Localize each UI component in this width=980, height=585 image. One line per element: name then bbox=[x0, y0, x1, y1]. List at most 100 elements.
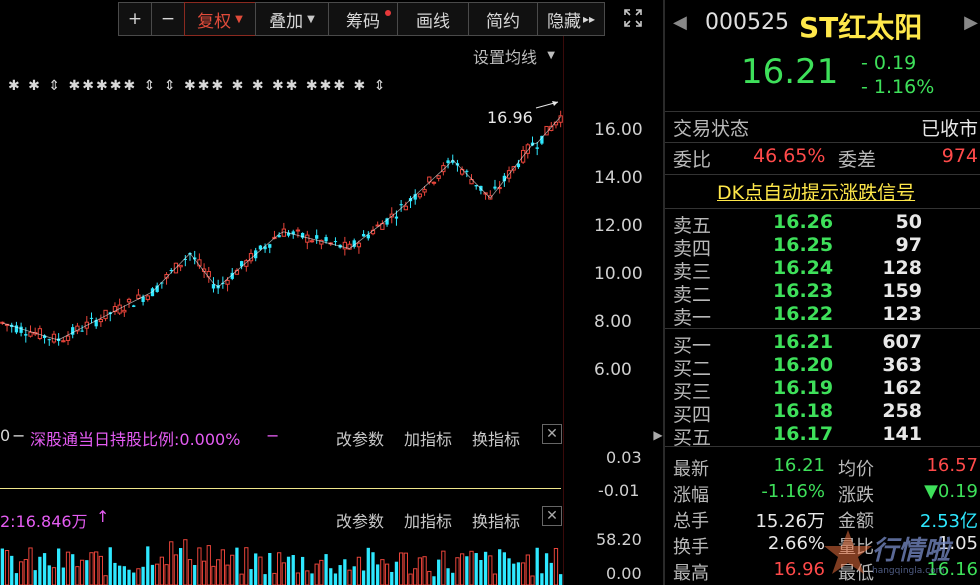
volume-bar bbox=[197, 547, 202, 585]
buy-volume: 141 bbox=[882, 423, 922, 445]
candle-body bbox=[103, 309, 108, 320]
buy-price: 16.20 bbox=[773, 354, 834, 376]
stat-label: 最新 bbox=[673, 459, 709, 480]
weibi-value: 46.65% bbox=[753, 145, 826, 167]
volume-bar bbox=[193, 565, 197, 585]
switch-indicator-button[interactable]: 换指标 bbox=[472, 508, 520, 532]
sell-price: 16.25 bbox=[773, 234, 834, 256]
buy-row[interactable]: 买五 16.17 141 bbox=[665, 423, 980, 449]
candle-body bbox=[465, 170, 469, 172]
diejia-label: 叠加 bbox=[269, 11, 304, 32]
stat-value: -1.16% bbox=[761, 481, 825, 502]
dk-signal-link[interactable]: DK点自动提示涨跌信号 bbox=[665, 175, 980, 209]
chouma-button[interactable]: 筹码 bbox=[328, 2, 398, 36]
candle-body bbox=[436, 175, 441, 179]
volume-bar bbox=[338, 565, 342, 585]
sell-row[interactable]: 卖一 16.22 123 bbox=[665, 303, 980, 329]
kline-chart-area[interactable]: + − 复权 ▼ 叠加 ▼ 筹码 画线 简约 隐藏 ▸▸ 设置均线 ▼ ✱ ✱ ⇕ ✱… bbox=[0, 0, 655, 585]
buy-row[interactable]: 买二 16.20 363 bbox=[665, 354, 980, 380]
yincang-button[interactable]: 隐藏 ▸▸ bbox=[537, 2, 605, 36]
volume-bar bbox=[132, 572, 136, 585]
add-indicator-button[interactable]: 加指标 bbox=[404, 508, 452, 532]
change-params-button[interactable]: 改参数 bbox=[336, 426, 384, 450]
volume-bar bbox=[376, 564, 380, 585]
sell-row[interactable]: 卖四 16.25 97 bbox=[665, 234, 980, 260]
watermark-text: 行情啦 bbox=[872, 536, 951, 566]
volume-bar bbox=[235, 547, 239, 585]
stock-name: ST红太阳 bbox=[799, 11, 923, 44]
order-book: 卖五 16.26 50 卖四 16.25 97 卖三 16.24 128 卖二 16.23 159 卖一… bbox=[665, 209, 980, 449]
candle-body bbox=[493, 186, 497, 189]
caret-down-icon: ▼ bbox=[307, 13, 315, 25]
volume-bar bbox=[47, 565, 51, 585]
volume-bar bbox=[451, 572, 455, 585]
candle-body bbox=[315, 235, 319, 239]
sell-price: 16.22 bbox=[773, 303, 834, 325]
dk-signal-text[interactable]: DK点自动提示涨跌信号 bbox=[717, 178, 915, 205]
volume-bar bbox=[187, 559, 193, 585]
zoom-in-button[interactable]: + bbox=[118, 2, 152, 36]
switch-indicator-button[interactable]: 换指标 bbox=[472, 426, 520, 450]
volume-bar bbox=[413, 568, 418, 585]
prev-stock-icon[interactable]: ◀ bbox=[673, 12, 687, 33]
indicator-axis-bottom: -0.01 bbox=[598, 481, 640, 500]
volume-bar bbox=[544, 553, 549, 585]
volume-bar bbox=[4, 550, 10, 585]
volume-bar bbox=[79, 559, 85, 585]
volume-bar bbox=[57, 548, 61, 585]
volume-bar bbox=[286, 556, 291, 585]
stat-row: 涨幅 -1.16% 涨跌 ▼0.19 bbox=[665, 479, 980, 506]
sell-orders: 卖五 16.26 50 卖四 16.25 97 卖三 16.24 128 卖二 16.23 159 卖一… bbox=[665, 209, 980, 329]
buy-row[interactable]: 买三 16.19 162 bbox=[665, 377, 980, 403]
fullscreen-icon[interactable] bbox=[620, 4, 646, 32]
buy-price: 16.18 bbox=[773, 400, 834, 422]
volume-bar bbox=[65, 551, 71, 585]
sell-row[interactable]: 卖三 16.24 128 bbox=[665, 257, 980, 283]
change-params-button[interactable]: 改参数 bbox=[336, 508, 384, 532]
volume-bar bbox=[535, 547, 539, 585]
volume-bar bbox=[394, 561, 399, 585]
buy-row[interactable]: 买一 16.21 607 bbox=[665, 331, 980, 357]
candlestick-chart[interactable]: ✱ ✱ ⇕ ✱✱✱✱✱ ⇕ ⇕ ✱✱✱ ✱ ✱ ✱✱ ✱✱✱ ✱ ⇕ bbox=[0, 36, 563, 421]
diejia-button[interactable]: 叠加 ▼ bbox=[255, 2, 329, 36]
volume-bar bbox=[155, 563, 160, 585]
add-indicator-button[interactable]: 加指标 bbox=[404, 426, 452, 450]
fuquan-label: 复权 bbox=[197, 11, 232, 32]
collapse-panel-icon[interactable]: ▶ bbox=[653, 420, 663, 450]
high-price-label: 16.96 bbox=[487, 108, 533, 127]
candle-body bbox=[356, 242, 362, 248]
candle-body bbox=[361, 234, 366, 237]
indicator-line bbox=[0, 488, 561, 489]
high-arrow-icon bbox=[535, 101, 559, 109]
volume-bar bbox=[437, 559, 441, 585]
candle-body bbox=[132, 305, 136, 307]
volume-bar bbox=[23, 559, 28, 585]
buy-row[interactable]: 买四 16.18 258 bbox=[665, 400, 980, 426]
fuquan-button[interactable]: 复权 ▼ bbox=[184, 2, 256, 36]
volume-bar bbox=[520, 562, 526, 585]
double-arrow-icon: ▸▸ bbox=[582, 12, 596, 26]
close-icon[interactable]: ✕ bbox=[542, 506, 562, 526]
volume-bar bbox=[403, 552, 408, 585]
volume-bar bbox=[169, 541, 174, 585]
indicator-header: 0 − 深股通当日持股比例:0.000% − 改参数 加指标 换指标 ✕ bbox=[0, 424, 563, 450]
price-tick: 8.00 bbox=[594, 312, 632, 332]
sell-row[interactable]: 卖二 16.23 159 bbox=[665, 280, 980, 306]
candle-body bbox=[535, 147, 539, 149]
candle-body bbox=[309, 240, 315, 243]
price-tick: 16.00 bbox=[594, 120, 643, 140]
buy-volume: 363 bbox=[882, 354, 922, 376]
volume-bar bbox=[398, 552, 404, 585]
candle-body bbox=[324, 237, 328, 242]
sell-row[interactable]: 卖五 16.26 50 bbox=[665, 211, 980, 237]
huaxian-button[interactable]: 画线 bbox=[397, 2, 469, 36]
notification-dot-icon bbox=[385, 10, 391, 16]
candle-body bbox=[268, 244, 272, 248]
zoom-out-button[interactable]: − bbox=[151, 2, 185, 36]
indicator-dash: − bbox=[266, 426, 280, 445]
volume-bar bbox=[441, 550, 446, 585]
next-stock-icon[interactable]: ▶ bbox=[964, 12, 978, 33]
jianyue-button[interactable]: 简约 bbox=[468, 2, 538, 36]
candles bbox=[0, 110, 563, 346]
close-icon[interactable]: ✕ bbox=[542, 424, 562, 444]
